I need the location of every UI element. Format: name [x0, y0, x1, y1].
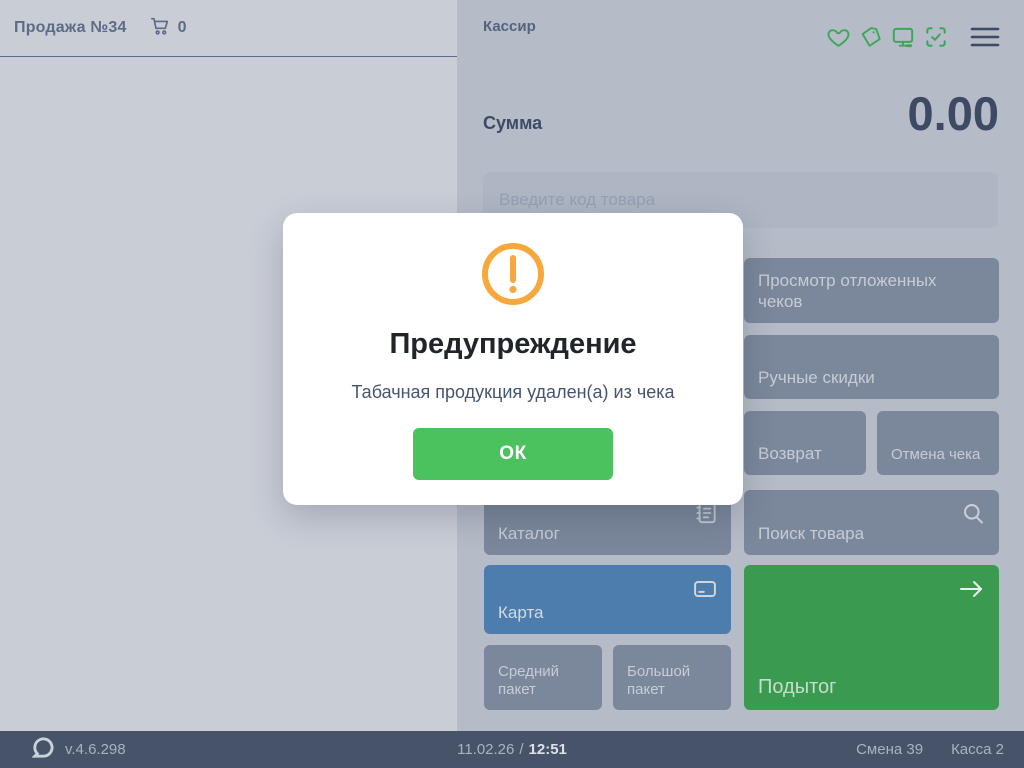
deferred-checks-button[interactable]: Просмотр отложенных чеков [744, 258, 999, 323]
cashier-label: Кассир [483, 18, 536, 35]
modal-message: Табачная продукция удален(а) из чека [351, 382, 675, 402]
tag-icon[interactable] [858, 25, 883, 50]
register-label: Касса 2 [951, 741, 1004, 758]
datetime-separator: / [519, 741, 524, 758]
status-bar: v.4.6.298 11.02.26 / 12:51 Смена 39 Касс… [0, 731, 1024, 768]
card-label: Карта [498, 602, 544, 622]
sale-title: Продажа №34 [14, 19, 127, 36]
manual-discounts-label: Ручные скидки [758, 367, 875, 387]
status-left: v.4.6.298 [31, 736, 126, 763]
cart-counter: 0 [149, 15, 187, 42]
cancel-check-label: Отмена чека [891, 446, 981, 463]
sum-value: 0.00 [907, 87, 999, 140]
search-product-label: Поиск товара [758, 523, 865, 543]
datetime: 11.02.26 / 12:51 [457, 741, 567, 758]
pos-screen: Продажа №34 0 Кассир Сумма 0.00 Введите … [0, 0, 1024, 768]
time-label: 12:51 [528, 741, 567, 758]
receipt-header: Продажа №34 0 [0, 0, 457, 57]
menu-icon[interactable] [969, 24, 1001, 50]
arrow-right-icon [955, 575, 987, 609]
cart-icon [149, 15, 171, 42]
subtotal-button[interactable]: Подытог [744, 565, 999, 710]
refund-button[interactable]: Возврат [744, 411, 866, 475]
warning-icon [481, 242, 545, 311]
status-right: Смена 39 Касса 2 [856, 741, 1004, 758]
modal-title: Предупреждение [389, 328, 637, 360]
app-logo-icon [31, 736, 55, 763]
manual-discounts-button[interactable]: Ручные скидки [744, 335, 999, 399]
shift-label: Смена 39 [856, 741, 924, 758]
medium-bag-label: Средний пакет [498, 663, 559, 698]
version-label: v.4.6.298 [65, 741, 126, 758]
sum-label: Сумма [483, 113, 543, 133]
monitor-icon[interactable] [890, 24, 916, 50]
card-button[interactable]: Карта [484, 565, 731, 634]
search-product-button[interactable]: Поиск товара [744, 490, 999, 555]
scan-check-icon[interactable] [923, 24, 949, 50]
cart-count: 0 [177, 19, 187, 36]
deferred-checks-label: Просмотр отложенных чеков [758, 271, 937, 311]
big-bag-label: Большой пакет [627, 663, 691, 698]
subtotal-label: Подытог [758, 676, 837, 698]
medium-bag-button[interactable]: Средний пакет [484, 645, 602, 710]
catalog-label: Каталог [498, 523, 560, 543]
date-label: 11.02.26 [457, 741, 515, 758]
heart-icon[interactable] [826, 25, 851, 50]
card-icon [691, 575, 719, 608]
ok-button[interactable]: ОК [413, 428, 613, 480]
big-bag-button[interactable]: Большой пакет [613, 645, 731, 710]
warning-modal: Предупреждение Табачная продукция удален… [283, 213, 743, 505]
search-icon [960, 500, 987, 532]
cancel-check-button[interactable]: Отмена чека [877, 411, 999, 475]
refund-label: Возврат [758, 443, 822, 463]
header-icons [826, 24, 1001, 50]
